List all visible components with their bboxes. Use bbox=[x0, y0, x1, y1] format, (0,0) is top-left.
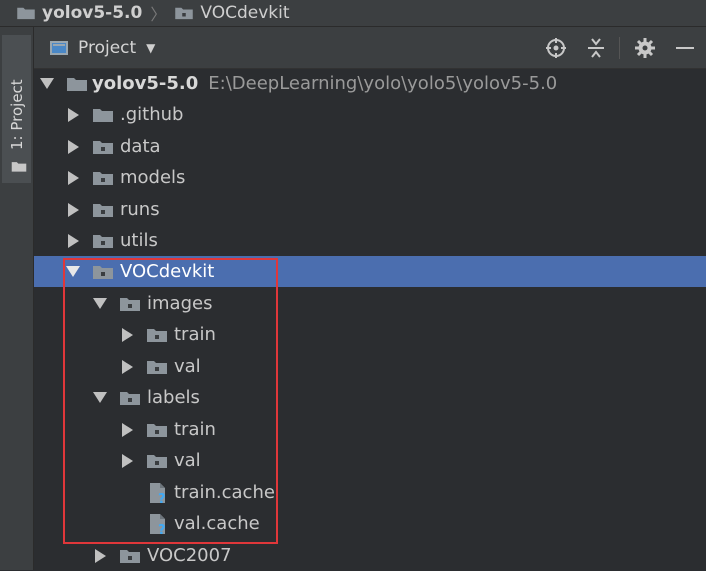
hide-panel-button[interactable] bbox=[670, 33, 700, 63]
folder-icon bbox=[11, 162, 27, 172]
folder-icon bbox=[174, 6, 194, 20]
minimize-icon bbox=[676, 46, 694, 49]
breadcrumb-separator: 〉 bbox=[150, 5, 167, 24]
project-view-label: Project bbox=[78, 37, 137, 58]
expand-arrow-icon[interactable] bbox=[68, 233, 79, 248]
project-view-selector[interactable]: Project ▼ bbox=[50, 38, 155, 58]
folder-icon bbox=[92, 170, 114, 186]
tree-node-label: models bbox=[120, 167, 186, 188]
folder-icon bbox=[119, 548, 141, 564]
tree-node[interactable]: train bbox=[34, 414, 706, 445]
tree-node-label: VOCdevkit bbox=[120, 261, 215, 282]
folder-icon bbox=[66, 76, 88, 92]
collapse-all-button[interactable] bbox=[581, 33, 611, 63]
target-icon bbox=[546, 37, 566, 58]
collapse-icon bbox=[588, 37, 604, 58]
folder-icon bbox=[92, 107, 114, 123]
tree-node-selected[interactable]: VOCdevkit bbox=[34, 256, 706, 287]
expand-arrow-icon[interactable] bbox=[93, 298, 107, 309]
tree-node[interactable]: .github bbox=[34, 99, 706, 130]
folder-icon bbox=[92, 139, 114, 155]
expand-arrow-icon[interactable] bbox=[68, 107, 79, 122]
folder-icon bbox=[92, 202, 114, 218]
tree-node[interactable]: VOC2007 bbox=[34, 540, 706, 571]
breadcrumb: yolov5-5.0 〉 VOCdevkit bbox=[0, 0, 706, 27]
tree-node-label: images bbox=[147, 293, 213, 314]
tree-node-label: train bbox=[174, 324, 216, 345]
tree-node[interactable]: utils bbox=[34, 225, 706, 256]
expand-arrow-icon[interactable] bbox=[122, 327, 133, 342]
tree-node-label: val bbox=[174, 450, 201, 471]
tree-root-path: E:\DeepLearning\yolo\yolo5\yolov5-5.0 bbox=[208, 73, 558, 94]
project-tool-tab[interactable]: 1: Project bbox=[2, 35, 31, 183]
expand-arrow-icon[interactable] bbox=[122, 453, 133, 468]
locate-button[interactable] bbox=[541, 33, 571, 63]
expand-arrow-icon[interactable] bbox=[95, 548, 106, 563]
tree-node-label: runs bbox=[120, 199, 160, 220]
expand-arrow-icon[interactable] bbox=[122, 359, 133, 374]
expand-arrow-icon[interactable] bbox=[68, 139, 79, 154]
project-view-icon bbox=[50, 40, 68, 55]
breadcrumb-root-label: yolov5-5.0 bbox=[42, 3, 143, 23]
tree-node[interactable]: data bbox=[34, 131, 706, 162]
project-tree: yolov5-5.0 E:\DeepLearning\yolo\yolo5\yol… bbox=[34, 68, 706, 570]
tool-window-stripe: 1: Project bbox=[0, 27, 34, 570]
folder-icon bbox=[146, 359, 168, 375]
chevron-down-icon: ▼ bbox=[146, 40, 156, 55]
folder-icon bbox=[146, 453, 168, 469]
folder-icon bbox=[119, 296, 141, 312]
tree-node-label: train.cache bbox=[174, 482, 275, 503]
expand-arrow-icon[interactable] bbox=[122, 422, 133, 437]
folder-icon bbox=[92, 264, 114, 280]
unknown-file-icon bbox=[147, 482, 169, 504]
folder-icon bbox=[146, 422, 168, 438]
tree-node-label: VOC2007 bbox=[147, 545, 232, 566]
tree-node-label: train bbox=[174, 419, 216, 440]
expand-arrow-icon[interactable] bbox=[68, 170, 79, 185]
folder-icon bbox=[92, 233, 114, 249]
folder-icon bbox=[119, 390, 141, 406]
tree-node-file[interactable]: train.cache bbox=[34, 477, 706, 508]
folder-icon bbox=[16, 6, 36, 20]
tree-node-label: .github bbox=[120, 104, 184, 125]
breadcrumb-current[interactable]: VOCdevkit bbox=[174, 3, 290, 23]
expand-arrow-icon[interactable] bbox=[93, 392, 107, 403]
settings-button[interactable] bbox=[630, 33, 660, 63]
panel-toolbar bbox=[531, 27, 700, 68]
expand-arrow-icon[interactable] bbox=[68, 202, 79, 217]
toolbar-divider bbox=[619, 36, 620, 59]
tree-node-label: utils bbox=[120, 230, 158, 251]
expand-arrow-icon[interactable] bbox=[66, 266, 80, 277]
tree-node-label: val bbox=[174, 356, 201, 377]
breadcrumb-root[interactable]: yolov5-5.0 bbox=[16, 3, 142, 23]
tree-node[interactable]: runs bbox=[34, 194, 706, 225]
tree-node-file[interactable]: val.cache bbox=[34, 508, 706, 539]
tree-node-root[interactable]: yolov5-5.0 E:\DeepLearning\yolo\yolo5\yol… bbox=[34, 68, 706, 99]
tree-node-label: data bbox=[120, 136, 161, 157]
tree-node-label: val.cache bbox=[174, 513, 260, 534]
breadcrumb-current-label: VOCdevkit bbox=[200, 3, 290, 23]
tree-node[interactable]: images bbox=[34, 288, 706, 319]
tree-node[interactable]: train bbox=[34, 319, 706, 350]
tree-node[interactable]: models bbox=[34, 162, 706, 193]
project-tool-tab-label: 1: Project bbox=[8, 79, 26, 150]
unknown-file-icon bbox=[147, 513, 169, 535]
tree-node[interactable]: val bbox=[34, 445, 706, 476]
tree-root-label: yolov5-5.0 E:\DeepLearning\yolo\yolo5\yol… bbox=[92, 73, 558, 94]
tree-node[interactable]: val bbox=[34, 351, 706, 382]
expand-arrow-icon[interactable] bbox=[40, 78, 54, 89]
project-panel-header: Project ▼ bbox=[34, 27, 706, 69]
folder-icon bbox=[146, 327, 168, 343]
gear-icon bbox=[635, 37, 655, 58]
tree-node[interactable]: labels bbox=[34, 382, 706, 413]
tree-node-label: labels bbox=[147, 387, 200, 408]
